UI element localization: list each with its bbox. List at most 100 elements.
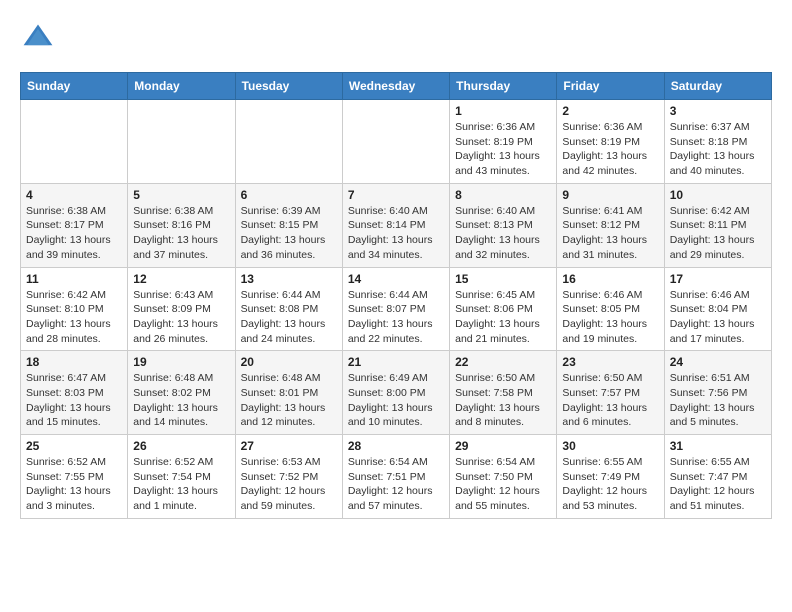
day-number: 23 (562, 355, 658, 369)
day-info: Sunrise: 6:46 AM Sunset: 8:05 PM Dayligh… (562, 288, 658, 347)
calendar-cell (235, 100, 342, 184)
calendar-cell: 28 Sunrise: 6:54 AM Sunset: 7:51 PM Dayli… (342, 435, 449, 519)
day-number: 12 (133, 272, 229, 286)
calendar-cell: 29 Sunrise: 6:54 AM Sunset: 7:50 PM Dayli… (450, 435, 557, 519)
day-number: 9 (562, 188, 658, 202)
day-info: Sunrise: 6:36 AM Sunset: 8:19 PM Dayligh… (562, 120, 658, 179)
calendar-cell: 26 Sunrise: 6:52 AM Sunset: 7:54 PM Dayli… (128, 435, 235, 519)
calendar-cell: 11 Sunrise: 6:42 AM Sunset: 8:10 PM Dayli… (21, 267, 128, 351)
day-number: 2 (562, 104, 658, 118)
calendar-cell: 21 Sunrise: 6:49 AM Sunset: 8:00 PM Dayli… (342, 351, 449, 435)
day-info: Sunrise: 6:44 AM Sunset: 8:07 PM Dayligh… (348, 288, 444, 347)
calendar-cell (342, 100, 449, 184)
day-info: Sunrise: 6:38 AM Sunset: 8:16 PM Dayligh… (133, 204, 229, 263)
day-info: Sunrise: 6:50 AM Sunset: 7:58 PM Dayligh… (455, 371, 551, 430)
calendar-cell: 31 Sunrise: 6:55 AM Sunset: 7:47 PM Dayli… (664, 435, 771, 519)
calendar-cell: 10 Sunrise: 6:42 AM Sunset: 8:11 PM Dayli… (664, 183, 771, 267)
weekday-header: Wednesday (342, 73, 449, 100)
calendar-cell: 25 Sunrise: 6:52 AM Sunset: 7:55 PM Dayli… (21, 435, 128, 519)
day-number: 14 (348, 272, 444, 286)
day-info: Sunrise: 6:39 AM Sunset: 8:15 PM Dayligh… (241, 204, 337, 263)
day-info: Sunrise: 6:46 AM Sunset: 8:04 PM Dayligh… (670, 288, 766, 347)
weekday-header: Tuesday (235, 73, 342, 100)
calendar-cell: 8 Sunrise: 6:40 AM Sunset: 8:13 PM Daylig… (450, 183, 557, 267)
day-info: Sunrise: 6:55 AM Sunset: 7:47 PM Dayligh… (670, 455, 766, 514)
day-number: 29 (455, 439, 551, 453)
day-number: 26 (133, 439, 229, 453)
day-number: 31 (670, 439, 766, 453)
day-info: Sunrise: 6:38 AM Sunset: 8:17 PM Dayligh… (26, 204, 122, 263)
calendar-cell: 30 Sunrise: 6:55 AM Sunset: 7:49 PM Dayli… (557, 435, 664, 519)
day-info: Sunrise: 6:53 AM Sunset: 7:52 PM Dayligh… (241, 455, 337, 514)
calendar-cell: 16 Sunrise: 6:46 AM Sunset: 8:05 PM Dayli… (557, 267, 664, 351)
calendar-cell: 1 Sunrise: 6:36 AM Sunset: 8:19 PM Daylig… (450, 100, 557, 184)
day-number: 27 (241, 439, 337, 453)
calendar-cell: 9 Sunrise: 6:41 AM Sunset: 8:12 PM Daylig… (557, 183, 664, 267)
day-number: 30 (562, 439, 658, 453)
day-info: Sunrise: 6:54 AM Sunset: 7:50 PM Dayligh… (455, 455, 551, 514)
day-number: 25 (26, 439, 122, 453)
logo (20, 20, 60, 56)
calendar-cell: 18Sunrise: 6:47 AM Sunset: 8:03 PM Dayli… (21, 351, 128, 435)
calendar-cell: 15 Sunrise: 6:45 AM Sunset: 8:06 PM Dayli… (450, 267, 557, 351)
logo-icon (20, 20, 56, 56)
calendar-cell: 24 Sunrise: 6:51 AM Sunset: 7:56 PM Dayli… (664, 351, 771, 435)
day-info: Sunrise: 6:48 AM Sunset: 8:01 PM Dayligh… (241, 371, 337, 430)
day-info: Sunrise: 6:52 AM Sunset: 7:55 PM Dayligh… (26, 455, 122, 514)
day-number: 13 (241, 272, 337, 286)
calendar-table: SundayMondayTuesdayWednesdayThursdayFrid… (20, 72, 772, 519)
weekday-header: Sunday (21, 73, 128, 100)
day-number: 21 (348, 355, 444, 369)
day-info: Sunrise: 6:41 AM Sunset: 8:12 PM Dayligh… (562, 204, 658, 263)
day-number: 10 (670, 188, 766, 202)
day-info: Sunrise: 6:54 AM Sunset: 7:51 PM Dayligh… (348, 455, 444, 514)
weekday-header: Thursday (450, 73, 557, 100)
calendar-cell: 7Sunrise: 6:40 AM Sunset: 8:14 PM Daylig… (342, 183, 449, 267)
calendar-cell: 23 Sunrise: 6:50 AM Sunset: 7:57 PM Dayli… (557, 351, 664, 435)
day-number: 3 (670, 104, 766, 118)
day-info: Sunrise: 6:40 AM Sunset: 8:14 PM Dayligh… (348, 204, 444, 263)
day-info: Sunrise: 6:36 AM Sunset: 8:19 PM Dayligh… (455, 120, 551, 179)
day-info: Sunrise: 6:50 AM Sunset: 7:57 PM Dayligh… (562, 371, 658, 430)
weekday-header: Friday (557, 73, 664, 100)
day-info: Sunrise: 6:40 AM Sunset: 8:13 PM Dayligh… (455, 204, 551, 263)
day-number: 1 (455, 104, 551, 118)
day-info: Sunrise: 6:44 AM Sunset: 8:08 PM Dayligh… (241, 288, 337, 347)
day-info: Sunrise: 6:42 AM Sunset: 8:10 PM Dayligh… (26, 288, 122, 347)
day-number: 24 (670, 355, 766, 369)
calendar-cell: 17 Sunrise: 6:46 AM Sunset: 8:04 PM Dayli… (664, 267, 771, 351)
day-number: 5 (133, 188, 229, 202)
day-info: Sunrise: 6:37 AM Sunset: 8:18 PM Dayligh… (670, 120, 766, 179)
calendar-cell: 2 Sunrise: 6:36 AM Sunset: 8:19 PM Daylig… (557, 100, 664, 184)
day-number: 8 (455, 188, 551, 202)
day-info: Sunrise: 6:49 AM Sunset: 8:00 PM Dayligh… (348, 371, 444, 430)
day-number: 11 (26, 272, 122, 286)
day-number: 17 (670, 272, 766, 286)
day-info: Sunrise: 6:55 AM Sunset: 7:49 PM Dayligh… (562, 455, 658, 514)
calendar-cell: 12 Sunrise: 6:43 AM Sunset: 8:09 PM Dayli… (128, 267, 235, 351)
calendar-cell: 19Sunrise: 6:48 AM Sunset: 8:02 PM Dayli… (128, 351, 235, 435)
calendar-cell (128, 100, 235, 184)
day-number: 22 (455, 355, 551, 369)
page-header (20, 20, 772, 56)
day-info: Sunrise: 6:52 AM Sunset: 7:54 PM Dayligh… (133, 455, 229, 514)
calendar-week-row: 4 Sunrise: 6:38 AM Sunset: 8:17 PM Daylig… (21, 183, 772, 267)
day-info: Sunrise: 6:48 AM Sunset: 8:02 PM Dayligh… (133, 371, 229, 430)
day-info: Sunrise: 6:47 AM Sunset: 8:03 PM Dayligh… (26, 371, 122, 430)
day-info: Sunrise: 6:45 AM Sunset: 8:06 PM Dayligh… (455, 288, 551, 347)
calendar-cell: 13 Sunrise: 6:44 AM Sunset: 8:08 PM Dayli… (235, 267, 342, 351)
calendar-cell: 27 Sunrise: 6:53 AM Sunset: 7:52 PM Dayli… (235, 435, 342, 519)
day-number: 28 (348, 439, 444, 453)
day-info: Sunrise: 6:51 AM Sunset: 7:56 PM Dayligh… (670, 371, 766, 430)
day-info: Sunrise: 6:42 AM Sunset: 8:11 PM Dayligh… (670, 204, 766, 263)
calendar-week-row: 1 Sunrise: 6:36 AM Sunset: 8:19 PM Daylig… (21, 100, 772, 184)
calendar-cell: 14 Sunrise: 6:44 AM Sunset: 8:07 PM Dayli… (342, 267, 449, 351)
day-info: Sunrise: 6:43 AM Sunset: 8:09 PM Dayligh… (133, 288, 229, 347)
calendar-cell: 20Sunrise: 6:48 AM Sunset: 8:01 PM Dayli… (235, 351, 342, 435)
calendar-week-row: 11 Sunrise: 6:42 AM Sunset: 8:10 PM Dayli… (21, 267, 772, 351)
day-number: 15 (455, 272, 551, 286)
calendar-cell: 6Sunrise: 6:39 AM Sunset: 8:15 PM Daylig… (235, 183, 342, 267)
calendar-cell: 22 Sunrise: 6:50 AM Sunset: 7:58 PM Dayli… (450, 351, 557, 435)
day-number: 16 (562, 272, 658, 286)
day-number: 4 (26, 188, 122, 202)
